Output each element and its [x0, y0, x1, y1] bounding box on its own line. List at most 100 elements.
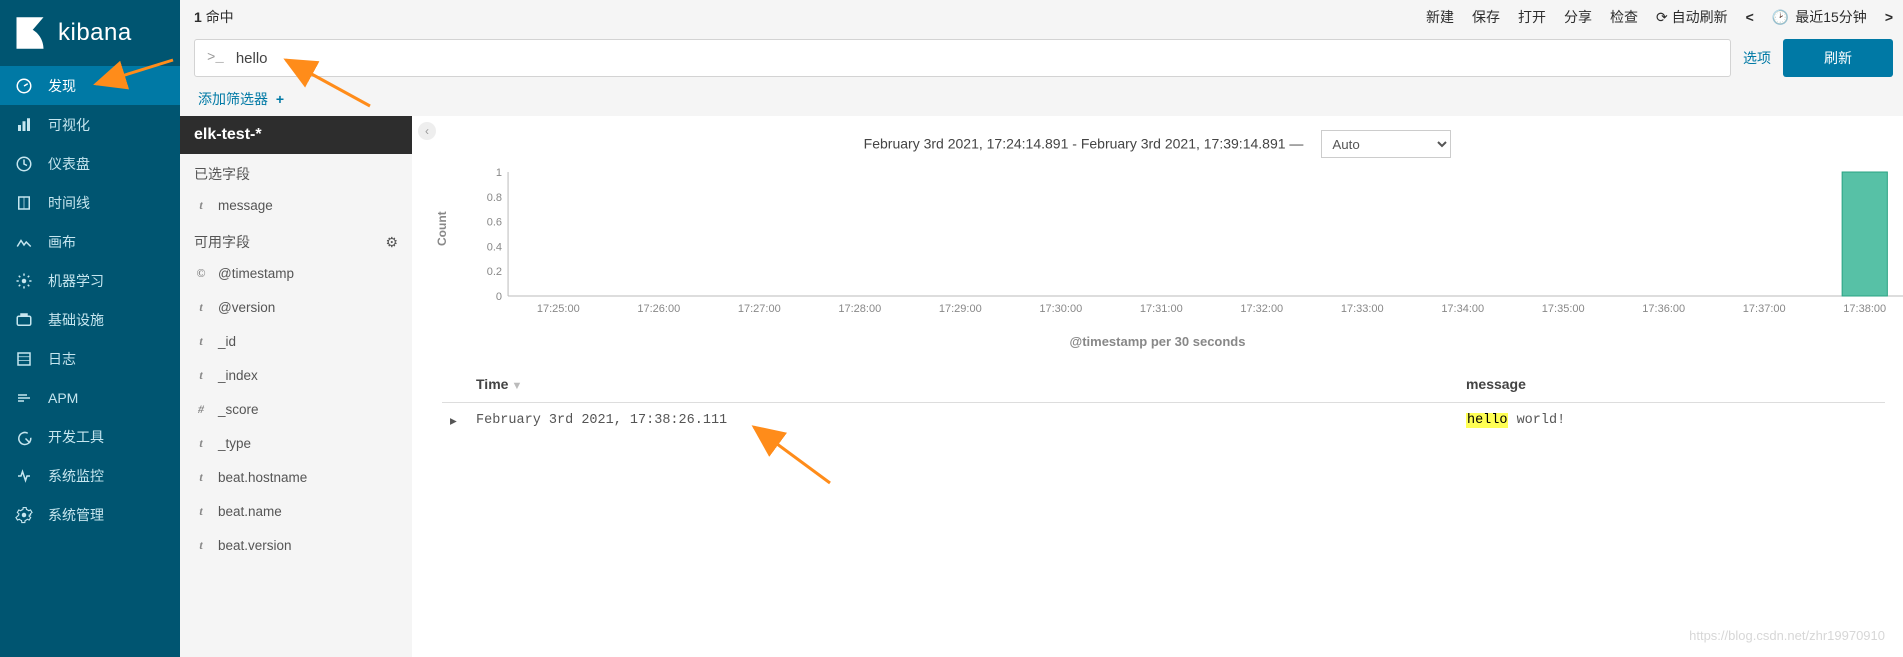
field-name-label: @timestamp	[218, 266, 294, 281]
expand-column-header	[442, 366, 468, 403]
field-type-icon: t	[194, 334, 208, 349]
svg-text:0.6: 0.6	[487, 217, 502, 229]
field-message[interactable]: t message	[180, 188, 412, 222]
management-icon	[14, 505, 34, 525]
side-nav: kibana 发现可视化仪表盘时间线画布机器学习基础设施日志 APM 开发工具系统监…	[0, 0, 180, 657]
nav-item-label: 画布	[48, 232, 76, 252]
svg-text:0: 0	[496, 291, 502, 303]
message-column-header[interactable]: message	[1458, 366, 1885, 403]
top-bar: 1 命中 新建 保存 打开 分享 检查 ⟳ 自动刷新 < 🕑 最近15分钟 >	[180, 0, 1903, 34]
nav-item-label: 仪表盘	[48, 154, 90, 174]
svg-text:17:34:00: 17:34:00	[1441, 303, 1484, 315]
field--version[interactable]: t@version	[180, 290, 412, 324]
histogram-bar[interactable]	[1842, 172, 1887, 296]
time-picker-label: 最近15分钟	[1795, 7, 1867, 27]
svg-text:17:29:00: 17:29:00	[939, 303, 982, 315]
dashboard-icon	[14, 154, 34, 174]
nav-item-devtools[interactable]: 开发工具	[0, 417, 180, 456]
field-_index[interactable]: t_index	[180, 358, 412, 392]
field-type-icon: t	[194, 538, 208, 553]
svg-text:17:28:00: 17:28:00	[838, 303, 881, 315]
field-name-label: _id	[218, 334, 236, 349]
menu-save[interactable]: 保存	[1472, 7, 1500, 27]
table-row[interactable]: ▸February 3rd 2021, 17:38:26.111hello wo…	[442, 403, 1885, 441]
nav-item-label: 日志	[48, 349, 76, 369]
nav-item-label: 开发工具	[48, 427, 104, 447]
nav-item-timelion[interactable]: 时间线	[0, 183, 180, 222]
highlight: hello	[1466, 413, 1509, 428]
histogram-chart[interactable]: Count 00.20.40.60.8117:25:0017:26:0017:2…	[442, 166, 1885, 326]
interval-select[interactable]: Auto	[1321, 130, 1451, 158]
nav-item-dashboard[interactable]: 仪表盘	[0, 144, 180, 183]
time-picker[interactable]: 🕑 最近15分钟	[1772, 7, 1867, 27]
search-box[interactable]: >_	[194, 39, 1731, 77]
available-fields-label: 可用字段	[194, 232, 250, 252]
clock-icon: 🕑	[1772, 9, 1789, 26]
apm-icon	[14, 388, 34, 408]
svg-text:17:35:00: 17:35:00	[1542, 303, 1585, 315]
time-prev-icon[interactable]: <	[1746, 9, 1754, 25]
hit-count-label: 命中	[206, 9, 234, 25]
field--timestamp[interactable]: ©@timestamp	[180, 256, 412, 290]
nav-item-label: 基础设施	[48, 310, 104, 330]
field-name-label: message	[218, 198, 273, 213]
nav-item-discover[interactable]: 发现	[0, 66, 180, 105]
gear-icon[interactable]: ⚙	[385, 234, 398, 251]
svg-text:17:26:00: 17:26:00	[637, 303, 680, 315]
svg-text:17:30:00: 17:30:00	[1039, 303, 1082, 315]
field-beat-version[interactable]: t beat.version	[180, 528, 412, 562]
documents-table: Time▼ message ▸February 3rd 2021, 17:38:…	[442, 366, 1885, 440]
time-range-label: February 3rd 2021, 17:24:14.891 - Februa…	[412, 130, 1903, 158]
index-pattern-title[interactable]: elk-test-*	[180, 116, 412, 154]
nav-item-monitoring[interactable]: 系统监控	[0, 456, 180, 495]
nav-item-apm[interactable]: APM	[0, 378, 180, 417]
available-fields-header: 可用字段 ⚙	[180, 222, 412, 256]
menu-inspect[interactable]: 检查	[1610, 7, 1638, 27]
ml-icon	[14, 271, 34, 291]
field-type-icon: t	[194, 300, 208, 315]
nav-item-label: 系统管理	[48, 505, 104, 525]
prompt-icon: >_	[207, 50, 224, 66]
nav-item-management[interactable]: 系统管理	[0, 495, 180, 534]
time-next-icon[interactable]: >	[1885, 9, 1893, 25]
hit-count-number: 1	[194, 9, 202, 25]
field-_score[interactable]: #_score	[180, 392, 412, 426]
nav-item-visualize[interactable]: 可视化	[0, 105, 180, 144]
field-type-icon: #	[194, 402, 208, 417]
field-name-label: beat.version	[218, 538, 292, 553]
field-beat-name[interactable]: tbeat.name	[180, 494, 412, 528]
menu-auto-refresh[interactable]: ⟳ 自动刷新	[1656, 7, 1728, 27]
expand-row-icon[interactable]: ▸	[442, 403, 468, 441]
monitoring-icon	[14, 466, 34, 486]
brand-logo[interactable]: kibana	[0, 0, 180, 66]
interval-dropdown[interactable]: Auto	[1321, 130, 1451, 158]
nav-item-logs[interactable]: 日志	[0, 339, 180, 378]
search-input[interactable]	[236, 50, 1718, 67]
time-column-header[interactable]: Time▼	[468, 366, 1458, 403]
svg-text:17:36:00: 17:36:00	[1642, 303, 1685, 315]
svg-text:0.2: 0.2	[487, 266, 502, 278]
nav-item-infrastructure[interactable]: 基础设施	[0, 300, 180, 339]
brand-name: kibana	[58, 19, 132, 47]
plus-icon: +	[276, 91, 284, 107]
field-_id[interactable]: t _id	[180, 324, 412, 358]
nav-item-label: 发现	[48, 76, 76, 96]
chart-x-label: @timestamp per 30 seconds	[412, 334, 1903, 349]
field-type-icon: t	[194, 470, 208, 485]
menu-share[interactable]: 分享	[1564, 7, 1592, 27]
field-type-icon: t	[194, 198, 208, 213]
devtools-icon	[14, 427, 34, 447]
menu-new[interactable]: 新建	[1426, 7, 1454, 27]
nav-item-canvas[interactable]: 画布	[0, 222, 180, 261]
svg-text:1: 1	[496, 167, 502, 179]
options-link[interactable]: 选项	[1743, 48, 1771, 68]
field-beat-hostname[interactable]: tbeat.hostname	[180, 460, 412, 494]
field-_type[interactable]: t_type	[180, 426, 412, 460]
svg-text:17:33:00: 17:33:00	[1341, 303, 1384, 315]
nav-item-ml[interactable]: 机器学习	[0, 261, 180, 300]
menu-open[interactable]: 打开	[1518, 7, 1546, 27]
add-filter-link[interactable]: 添加筛选器 +	[198, 89, 284, 109]
cell-message: hello world!	[1458, 403, 1885, 441]
svg-text:17:31:00: 17:31:00	[1140, 303, 1183, 315]
refresh-button[interactable]: 刷新	[1783, 39, 1893, 77]
